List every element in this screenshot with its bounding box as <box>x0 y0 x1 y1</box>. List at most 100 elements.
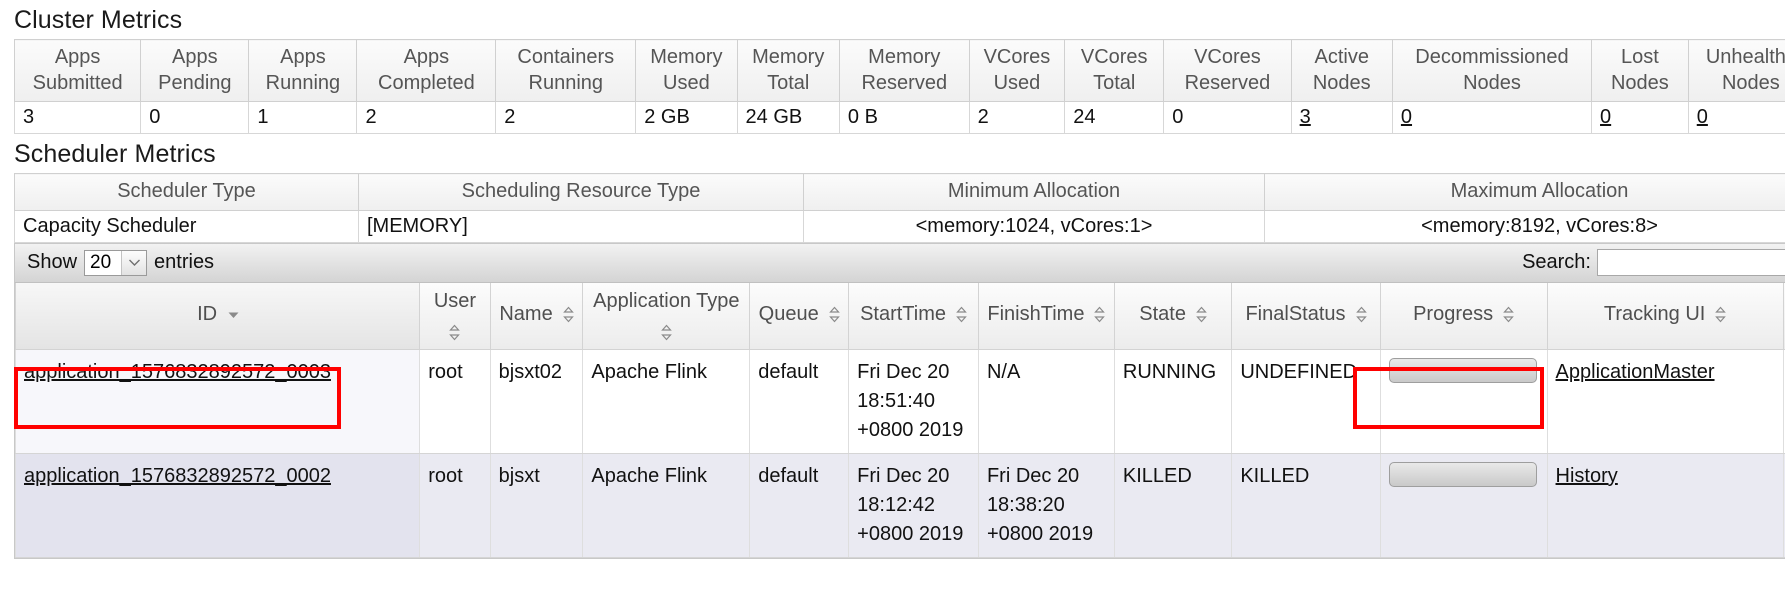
page-length-control[interactable]: Show 20 entries <box>27 250 214 276</box>
apps-header-id[interactable]: ID <box>16 283 420 350</box>
apps-header-user[interactable]: User <box>420 283 490 350</box>
chevron-down-icon[interactable] <box>121 251 146 275</box>
apps-header-starttime[interactable]: StartTime <box>849 283 979 350</box>
cluster-header-apps-running: AppsRunning <box>249 40 357 102</box>
apps-cell-tracking-ui[interactable]: History <box>1547 453 1783 557</box>
tracking-ui-link[interactable]: History <box>1556 465 1618 487</box>
sort-both-icon <box>1094 306 1105 323</box>
cluster-value-apps-pending: 0 <box>141 102 249 134</box>
apps-cell-start-time: Fri Dec 20 18:12:42 +0800 2019 <box>849 453 979 557</box>
application-id-link[interactable]: application_1576832892572_0002 <box>24 465 331 487</box>
sort-both-icon <box>563 306 574 323</box>
cluster-value-link[interactable]: 0 <box>1697 106 1708 128</box>
sort-both-icon <box>449 324 460 341</box>
show-label: Show <box>27 251 77 274</box>
sort-both-icon <box>661 324 672 341</box>
datatable-toolbar: Show 20 entries Search: <box>15 244 1785 283</box>
search-input[interactable] <box>1597 249 1785 276</box>
apps-cell-state: RUNNING <box>1114 349 1231 453</box>
cluster-header-vcores-total: VCoresTotal <box>1065 40 1164 102</box>
cluster-value-link[interactable]: 3 <box>1300 106 1311 128</box>
cluster-header-memory-reserved: MemoryReserved <box>839 40 969 102</box>
scheduler-value-maximum-allocation: <memory:8192, vCores:8> <box>1265 210 1785 242</box>
apps-header-name[interactable]: Name <box>490 283 583 350</box>
scheduler-metrics-table: Scheduler TypeScheduling Resource TypeMi… <box>14 173 1785 243</box>
scheduler-metrics-table-wrap: Scheduler TypeScheduling Resource TypeMi… <box>0 173 1785 243</box>
scheduler-value-minimum-allocation: <memory:1024, vCores:1> <box>804 210 1265 242</box>
apps-header-progress[interactable]: Progress <box>1380 283 1547 350</box>
cluster-value-decommissioned-nodes[interactable]: 0 <box>1392 102 1591 134</box>
apps-cell-id[interactable]: application_1576832892572_0002 <box>16 453 420 557</box>
apps-cell-name: bjsxt <box>490 453 583 557</box>
cluster-value-memory-used: 2 GB <box>636 102 737 134</box>
apps-cell-start-time: Fri Dec 20 18:51:40 +0800 2019 <box>849 349 979 453</box>
apps-cell-tracking-ui[interactable]: ApplicationMaster <box>1547 349 1783 453</box>
scheduler-header-scheduler-type: Scheduler Type <box>15 174 359 211</box>
cluster-value-unhealthy-nodes[interactable]: 0 <box>1688 102 1785 134</box>
apps-cell-id[interactable]: application_1576832892572_0003 <box>16 349 420 453</box>
cluster-value-vcores-total: 24 <box>1065 102 1164 134</box>
apps-cell-state: KILLED <box>1114 453 1231 557</box>
cluster-metrics-table: AppsSubmittedAppsPendingAppsRunningAppsC… <box>14 39 1785 134</box>
tracking-ui-link[interactable]: ApplicationMaster <box>1556 361 1715 383</box>
apps-header-label: Application Type <box>593 289 739 314</box>
apps-header-application-type[interactable]: Application Type <box>583 283 750 350</box>
cluster-header-memory-total: MemoryTotal <box>737 40 839 102</box>
table-row[interactable]: application_1576832892572_0002rootbjsxtA… <box>16 453 1785 557</box>
apps-header-label: Queue <box>759 302 819 327</box>
apps-header-label: Name <box>499 302 552 327</box>
sort-both-icon <box>1196 306 1207 323</box>
cluster-value-active-nodes[interactable]: 3 <box>1291 102 1392 134</box>
cluster-value-vcores-reserved: 0 <box>1164 102 1291 134</box>
cluster-header-containers-running: ContainersRunning <box>496 40 636 102</box>
entries-select[interactable]: 20 <box>84 250 147 276</box>
scheduler-header-maximum-allocation: Maximum Allocation <box>1265 174 1785 211</box>
apps-cell-final-status: UNDEFINED <box>1232 349 1380 453</box>
sort-both-icon <box>1356 306 1367 323</box>
entries-label: entries <box>154 251 214 274</box>
apps-header-tracking-ui[interactable]: Tracking UI <box>1547 283 1783 350</box>
apps-cell-finish-time: Fri Dec 20 18:38:20 +0800 2019 <box>978 453 1114 557</box>
application-id-link[interactable]: application_1576832892572_0003 <box>24 361 331 383</box>
cluster-header-memory-used: MemoryUsed <box>636 40 737 102</box>
cluster-metrics-table-wrap: AppsSubmittedAppsPendingAppsRunningAppsC… <box>0 39 1785 134</box>
scheduler-header-scheduling-resource-type: Scheduling Resource Type <box>359 174 804 211</box>
apps-cell-progress <box>1380 453 1547 557</box>
cluster-value-lost-nodes[interactable]: 0 <box>1592 102 1689 134</box>
scheduler-metrics-header-row: Scheduler TypeScheduling Resource TypeMi… <box>15 174 1785 211</box>
cluster-header-vcores-used: VCoresUsed <box>969 40 1065 102</box>
progress-bar <box>1389 462 1537 487</box>
cluster-metrics-title: Cluster Metrics <box>0 0 1785 39</box>
apps-header-label: Progress <box>1413 302 1493 327</box>
cluster-value-apps-submitted: 3 <box>15 102 141 134</box>
apps-header-state[interactable]: State <box>1114 283 1231 350</box>
cluster-value-link[interactable]: 0 <box>1600 106 1611 128</box>
applications-header-row: ID User Name Application Type Queue StartTime… <box>16 283 1785 350</box>
apps-header-label: User <box>434 289 476 314</box>
apps-cell-user: root <box>420 453 490 557</box>
apps-header-finishtime[interactable]: FinishTime <box>978 283 1114 350</box>
apps-cell-progress <box>1380 349 1547 453</box>
cluster-header-apps-completed: AppsCompleted <box>357 40 496 102</box>
apps-cell-final-status: KILLED <box>1232 453 1380 557</box>
apps-header-label: State <box>1139 302 1186 327</box>
cluster-value-memory-reserved: 0 B <box>839 102 969 134</box>
cluster-value-containers-running: 2 <box>496 102 636 134</box>
apps-cell-queue: default <box>750 453 849 557</box>
apps-header-label: Tracking UI <box>1604 302 1706 327</box>
search-control[interactable]: Search: <box>1522 249 1785 276</box>
cluster-header-vcores-reserved: VCoresReserved <box>1164 40 1291 102</box>
cluster-header-apps-pending: AppsPending <box>141 40 249 102</box>
apps-cell-user: root <box>420 349 490 453</box>
table-row[interactable]: application_1576832892572_0003rootbjsxt0… <box>16 349 1785 453</box>
cluster-metrics-header-row: AppsSubmittedAppsPendingAppsRunningAppsC… <box>15 40 1785 102</box>
cluster-value-link[interactable]: 0 <box>1401 106 1412 128</box>
sort-both-icon <box>829 306 840 323</box>
apps-header-queue[interactable]: Queue <box>750 283 849 350</box>
search-label: Search: <box>1522 251 1591 274</box>
apps-header-label: StartTime <box>860 302 946 327</box>
cluster-value-memory-total: 24 GB <box>737 102 839 134</box>
apps-header-finalstatus[interactable]: FinalStatus <box>1232 283 1380 350</box>
cluster-header-decommissioned-nodes: DecommissionedNodes <box>1392 40 1591 102</box>
yarn-resourcemanager-page: Cluster Metrics AppsSubmittedAppsPending… <box>0 0 1785 594</box>
